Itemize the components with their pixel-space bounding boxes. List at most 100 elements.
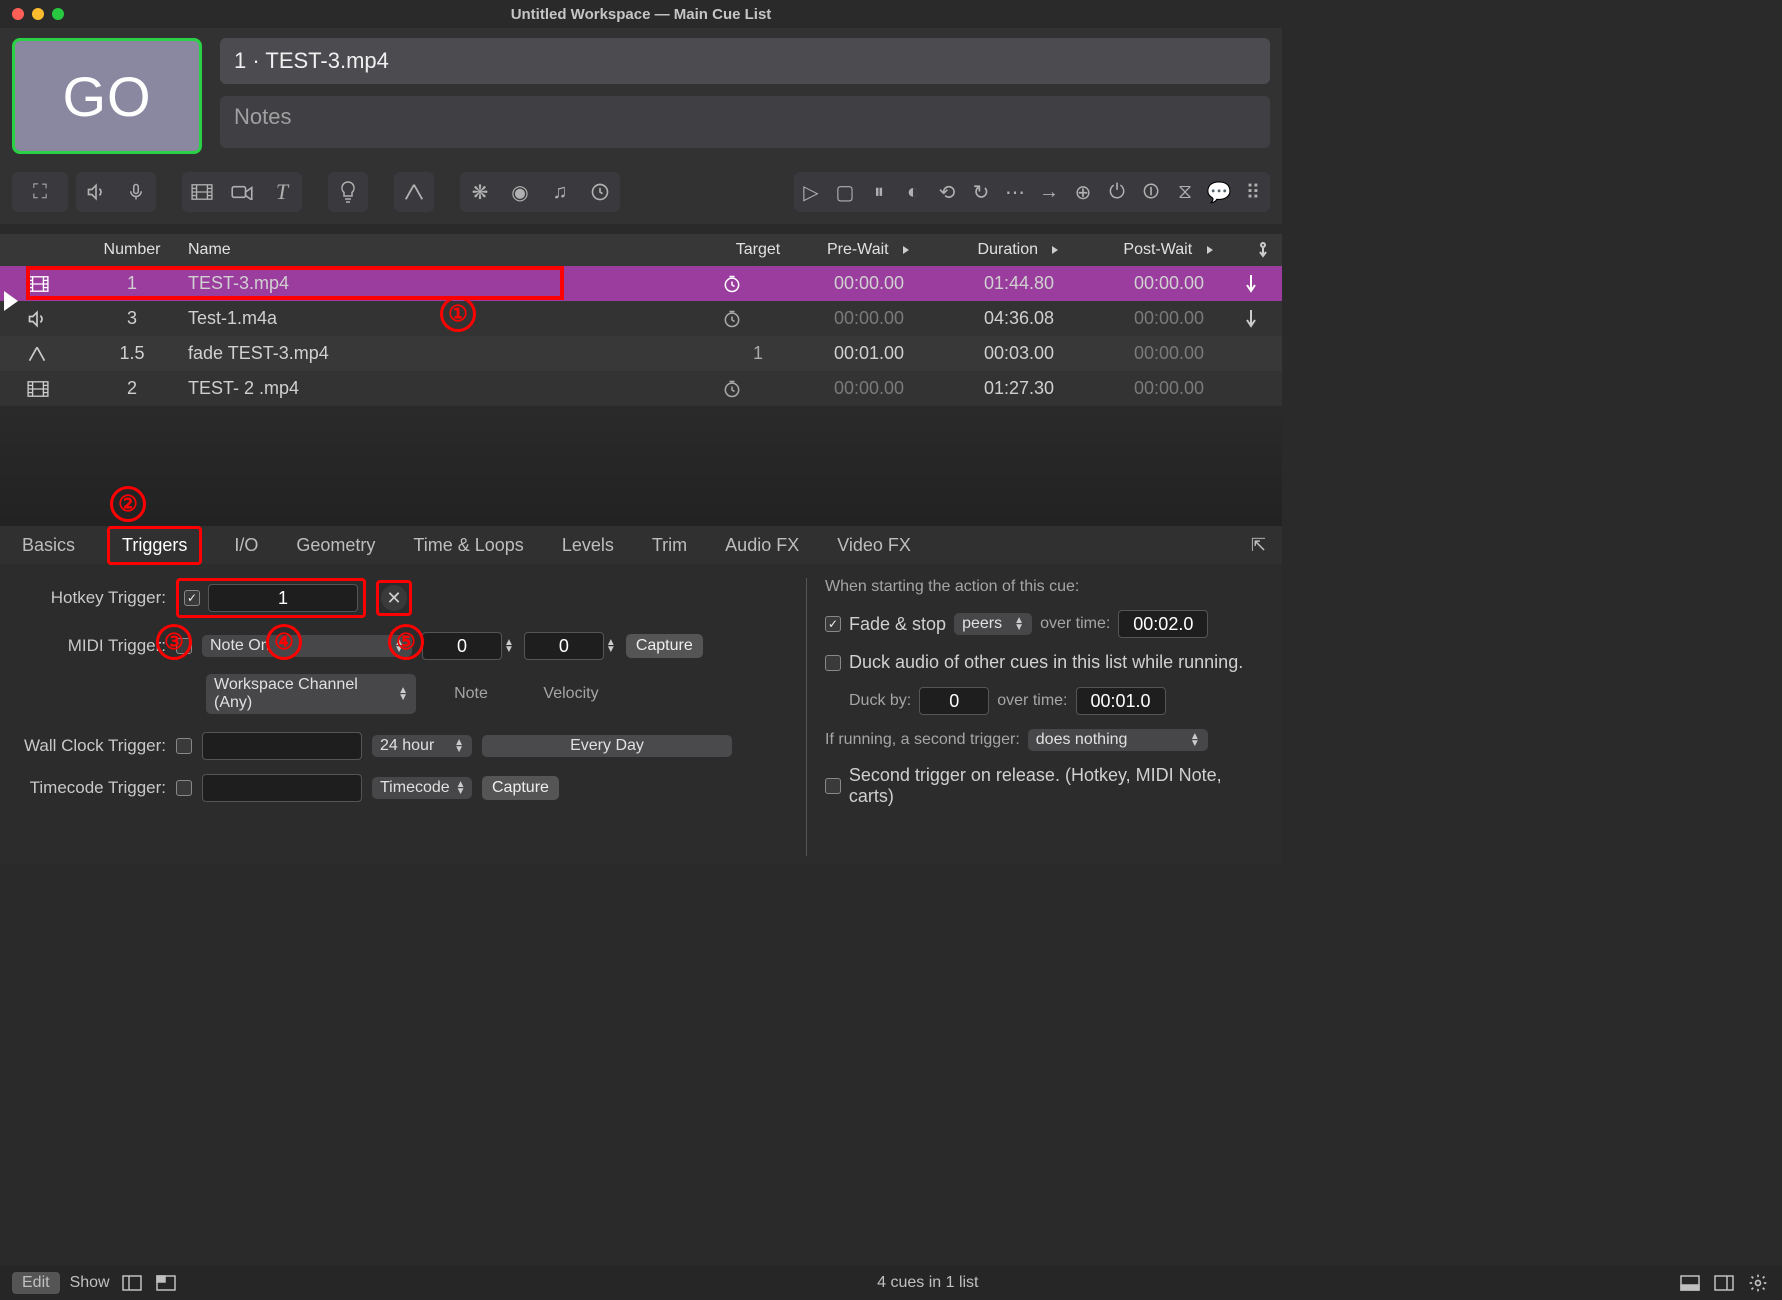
tab-basics[interactable]: Basics	[16, 531, 81, 560]
column-continue-header[interactable]	[1244, 241, 1282, 259]
tab-video-fx[interactable]: Video FX	[831, 531, 917, 560]
script-icon[interactable]: ⠿	[1236, 172, 1270, 212]
tab-levels[interactable]: Levels	[556, 531, 620, 560]
second-trigger-select[interactable]: does nothing ▲▼	[1028, 729, 1208, 751]
column-postwait-header[interactable]: Post-Wait	[1094, 241, 1244, 259]
fullscreen-icon[interactable]: ⛶	[12, 172, 68, 212]
memo-icon[interactable]: 💬	[1202, 172, 1236, 212]
cue-target	[722, 274, 794, 294]
preview-icon[interactable]: ⟲	[930, 172, 964, 212]
timecode-cue-icon[interactable]	[580, 172, 620, 212]
inspector-toggle-icon[interactable]	[1678, 1271, 1702, 1295]
stop-icon[interactable]: ▢	[828, 172, 862, 212]
lists-panel-icon[interactable]	[154, 1271, 178, 1295]
text-cue-icon[interactable]: T	[262, 172, 302, 212]
tab-io[interactable]: I/O	[228, 531, 264, 560]
devamp-icon[interactable]: ⋯	[998, 172, 1032, 212]
cue-postwait: 00:00.00	[1094, 308, 1244, 329]
goto-icon[interactable]: →	[1032, 172, 1066, 212]
fade-cue-icon[interactable]	[394, 172, 434, 212]
edit-mode-button[interactable]: Edit	[12, 1272, 60, 1294]
popout-inspector-icon[interactable]: ⇱	[1251, 535, 1266, 556]
light-cue-icon[interactable]	[328, 172, 368, 212]
load-icon[interactable]: ◐	[896, 172, 930, 212]
wait-icon[interactable]: ⧖	[1168, 172, 1202, 212]
go-button[interactable]: GO	[12, 38, 202, 154]
camera-cue-icon[interactable]	[222, 172, 262, 212]
midi-note-input[interactable]	[422, 632, 502, 660]
wallclock-format-select[interactable]: 24 hour ▲▼	[372, 735, 472, 757]
sidebar-toggle-icon[interactable]	[120, 1271, 144, 1295]
cue-list-header: Number Name Target Pre-Wait Duration Pos…	[0, 234, 1282, 266]
midi-type-select[interactable]: Note On ▲▼	[202, 635, 412, 657]
timecode-trigger-checkbox[interactable]	[176, 780, 192, 796]
timecode-value-input[interactable]	[202, 774, 362, 802]
hotkey-trigger-input[interactable]	[208, 584, 358, 612]
column-number-header[interactable]: Number	[86, 241, 178, 259]
fade-stop-checkbox[interactable]	[825, 616, 841, 632]
midi-velocity-stepper[interactable]: ▲▼	[606, 639, 616, 653]
cue-target: 1	[722, 343, 794, 364]
audio-cue-icon[interactable]	[76, 172, 116, 212]
column-duration-header[interactable]: Duration	[944, 241, 1094, 259]
tab-triggers[interactable]: Triggers	[116, 531, 193, 560]
hotkey-trigger-checkbox[interactable]	[184, 590, 200, 606]
network-cue-icon[interactable]: ❋	[460, 172, 500, 212]
cue-row[interactable]: 1.5fade TEST-3.mp4100:01.0000:03.0000:00…	[0, 336, 1282, 371]
cue-duration: 01:44.80	[944, 273, 1094, 294]
cue-target	[722, 379, 794, 399]
cue-row[interactable]: 1TEST-3.mp400:00.0001:44.8000:00.00	[0, 266, 1282, 301]
mic-cue-icon[interactable]	[116, 172, 156, 212]
reset-icon[interactable]: ↻	[964, 172, 998, 212]
midi-note-stepper[interactable]: ▲▼	[504, 639, 514, 653]
cue-duration: 04:36.08	[944, 308, 1094, 329]
cue-name: Test-1.m4a	[178, 308, 722, 329]
inspector-tabs: Basics Triggers I/O Geometry Time & Loop…	[0, 526, 1282, 564]
tab-trim[interactable]: Trim	[646, 531, 693, 560]
cue-number: 2	[86, 378, 178, 399]
wallclock-trigger-checkbox[interactable]	[176, 738, 192, 754]
midi-file-cue-icon[interactable]: ♫	[540, 172, 580, 212]
column-name-header[interactable]: Name	[178, 241, 722, 259]
duck-time-input[interactable]	[1076, 687, 1166, 715]
pause-icon[interactable]: ⏸	[862, 172, 896, 212]
column-prewait-header[interactable]: Pre-Wait	[794, 241, 944, 259]
midi-trigger-checkbox[interactable]	[176, 638, 192, 654]
show-mode-button[interactable]: Show	[70, 1274, 110, 1292]
video-cue-icon[interactable]	[182, 172, 222, 212]
wallclock-time-input[interactable]	[202, 732, 362, 760]
duck-checkbox[interactable]	[825, 655, 841, 671]
tab-geometry[interactable]: Geometry	[290, 531, 381, 560]
fade-stop-time-input[interactable]	[1118, 610, 1208, 638]
cue-postwait: 00:00.00	[1094, 273, 1244, 294]
second-trigger-release-checkbox[interactable]	[825, 778, 841, 794]
settings-gear-icon[interactable]	[1746, 1271, 1770, 1295]
target-icon[interactable]: ⊕	[1066, 172, 1100, 212]
notes-field[interactable]: Notes	[220, 96, 1270, 148]
right-panel-toggle-icon[interactable]	[1712, 1271, 1736, 1295]
cue-postwait: 00:00.00	[1094, 378, 1244, 399]
wallclock-days-select[interactable]: Every Day	[482, 735, 732, 757]
duck-by-input[interactable]	[919, 687, 989, 715]
cue-name: fade TEST-3.mp4	[178, 343, 722, 364]
midi-capture-button[interactable]: Capture	[626, 634, 703, 658]
tab-audio-fx[interactable]: Audio FX	[719, 531, 805, 560]
timecode-capture-button[interactable]: Capture	[482, 776, 559, 800]
cue-row[interactable]: 2TEST- 2 .mp400:00.0001:27.3000:00.00	[0, 371, 1282, 406]
hotkey-clear-button[interactable]: ✕	[381, 585, 407, 611]
arm-icon[interactable]: ⏻	[1100, 172, 1134, 212]
cue-prewait: 00:00.00	[794, 273, 944, 294]
midi-channel-select[interactable]: Workspace Channel (Any) ▲▼	[206, 674, 416, 714]
column-target-header[interactable]: Target	[722, 241, 794, 259]
disarm-icon[interactable]: ⏼	[1134, 172, 1168, 212]
cue-row[interactable]: 3Test-1.m4a00:00.0004:36.0800:00.00	[0, 301, 1282, 336]
timecode-type-select[interactable]: Timecode ▲▼	[372, 777, 472, 799]
midi-velocity-input[interactable]	[524, 632, 604, 660]
cue-target	[722, 309, 794, 329]
midi-cue-icon[interactable]: ◉	[500, 172, 540, 212]
current-cue-display: 1 · TEST-3.mp4	[220, 38, 1270, 84]
tab-time-loops[interactable]: Time & Loops	[407, 531, 529, 560]
wallclock-trigger-label: Wall Clock Trigger:	[16, 736, 166, 756]
fade-stop-target-select[interactable]: peers ▲▼	[954, 613, 1032, 635]
play-icon[interactable]: ▷	[794, 172, 828, 212]
